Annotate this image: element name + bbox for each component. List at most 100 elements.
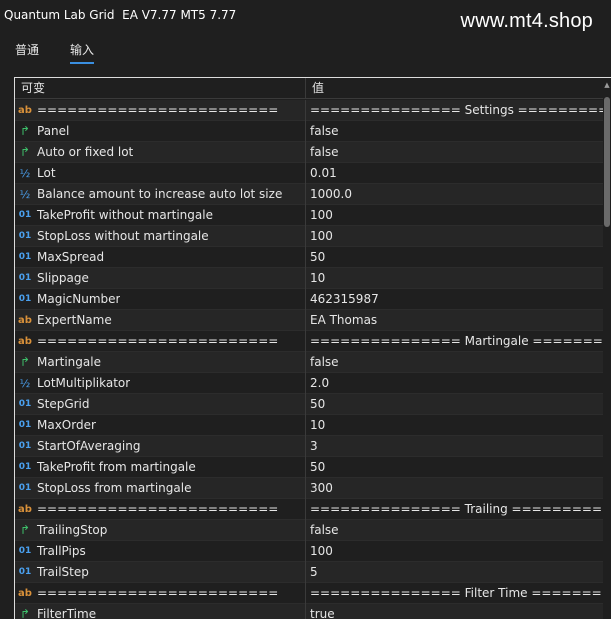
variable-cell: ↱ Martingale [15,351,306,373]
value-cell[interactable]: 100 [306,205,607,226]
variable-cell: ↱ FilterTime [15,603,306,619]
variable-cell: 01 TakeProfit from martingale [15,456,306,478]
variable-cell: ab ExpertName [15,309,306,331]
variable-cell: 01 TakeProfit without martingale [15,204,306,226]
table-row[interactable]: 01 StepGrid 50 [15,393,607,415]
double-type-icon: ½ [19,376,31,390]
value-cell[interactable]: =============== Trailing =========... [306,499,607,520]
value-cell[interactable]: =============== Martingale =======... [306,331,607,352]
tab-common[interactable]: 普通 [15,38,39,64]
tab-bar: 普通 输入 [0,38,611,66]
integer-type-icon: 01 [18,294,32,304]
table-row[interactable]: 01 MagicNumber 462315987 [15,288,607,310]
variable-name: MagicNumber [37,292,121,306]
value-cell[interactable]: 300 [306,478,607,499]
scroll-up-icon[interactable]: ▲ [603,80,611,90]
value-cell[interactable]: 10 [306,268,607,289]
table-row[interactable]: ab ======================== ==============… [15,330,607,352]
table-row[interactable]: ½ Balance amount to increase auto lot siz… [15,183,607,205]
table-row[interactable]: 01 TakeProfit from martingale 50 [15,456,607,478]
integer-type-icon: 01 [18,420,32,430]
table-row[interactable]: ½ LotMultiplikator 2.0 [15,372,607,394]
integer-type-icon: 01 [18,399,32,409]
value-cell[interactable]: true [306,604,607,619]
variable-name: ======================== [37,586,279,600]
table-row[interactable]: 01 Slippage 10 [15,267,607,289]
table-row[interactable]: 01 MaxOrder 10 [15,414,607,436]
value-cell[interactable]: 2.0 [306,373,607,394]
variable-cell: 01 TrallPips [15,540,306,562]
integer-type-icon: 01 [18,483,32,493]
table-row[interactable]: ab ExpertName EA Thomas [15,309,607,331]
value-cell[interactable]: 50 [306,394,607,415]
variable-name: Slippage [37,271,89,285]
table-row[interactable]: ab ======================== ==============… [15,582,607,604]
value-cell[interactable]: 100 [306,226,607,247]
tab-inputs[interactable]: 输入 [70,38,95,64]
variable-cell: 01 MaxOrder [15,414,306,436]
variable-name: FilterTime [37,607,97,619]
variable-cell: ½ LotMultiplikator [15,372,306,394]
value-cell[interactable]: 3 [306,436,607,457]
value-cell[interactable]: EA Thomas [306,310,607,331]
table-row[interactable]: 01 StartOfAveraging 3 [15,435,607,457]
table-row[interactable]: ↱ TrailingStop false [15,519,607,541]
variable-name: MaxOrder [37,418,96,432]
variable-cell: 01 MagicNumber [15,288,306,310]
variable-name: TrailStep [37,565,89,579]
variable-name: StepGrid [37,397,90,411]
table-row[interactable]: 01 TakeProfit without martingale 100 [15,204,607,226]
integer-type-icon: 01 [18,462,32,472]
column-header-value[interactable]: 值 [306,78,607,98]
value-cell[interactable]: false [306,142,607,163]
bool-type-icon: ↱ [19,355,31,369]
value-cell[interactable]: 10 [306,415,607,436]
value-cell[interactable]: 1000.0 [306,184,607,205]
value-cell[interactable]: false [306,121,607,142]
variable-cell: ½ Lot [15,162,306,184]
integer-type-icon: 01 [18,441,32,451]
value-cell[interactable]: false [306,520,607,541]
table-row[interactable]: ab ======================== ==============… [15,99,607,121]
bool-type-icon: ↱ [19,124,31,138]
table-row[interactable]: 01 TrailStep 5 [15,561,607,583]
variable-cell: ↱ Auto or fixed lot [15,141,306,163]
table-row[interactable]: ↱ Martingale false [15,351,607,373]
value-cell[interactable]: 50 [306,247,607,268]
table-row[interactable]: 01 StopLoss from martingale 300 [15,477,607,499]
value-cell[interactable]: false [306,352,607,373]
table-row[interactable]: ½ Lot 0.01 [15,162,607,184]
inputs-table: 可变 值 ab ======================== =========… [14,77,611,619]
string-type-icon: ab [18,314,32,326]
column-header-variable[interactable]: 可变 [15,78,306,98]
table-row[interactable]: ↱ Auto or fixed lot false [15,141,607,163]
table-row[interactable]: 01 TrallPips 100 [15,540,607,562]
value-cell[interactable]: =============== Filter Time =======... [306,583,607,604]
value-cell[interactable]: 462315987 [306,289,607,310]
value-cell[interactable]: =============== Settings =========... [306,100,607,121]
value-cell[interactable]: 5 [306,562,607,583]
variable-cell: ↱ TrailingStop [15,519,306,541]
variable-name: TakeProfit without martingale [37,208,213,222]
value-cell[interactable]: 50 [306,457,607,478]
variable-cell: 01 StopLoss from martingale [15,477,306,499]
value-cell[interactable]: 0.01 [306,163,607,184]
value-cell[interactable]: 100 [306,541,607,562]
variable-name: Auto or fixed lot [37,145,134,159]
table-row[interactable]: ab ======================== ==============… [15,498,607,520]
variable-name: TrailingStop [37,523,108,537]
variable-name: Lot [37,166,56,180]
scroll-thumb[interactable] [604,97,610,227]
table-row[interactable]: ↱ FilterTime true [15,603,607,619]
variable-cell: 01 Slippage [15,267,306,289]
vertical-scrollbar[interactable]: ▲ [603,78,611,619]
table-row[interactable]: 01 MaxSpread 50 [15,246,607,268]
variable-cell: ½ Balance amount to increase auto lot siz… [15,183,306,205]
integer-type-icon: 01 [18,567,32,577]
variable-name: ======================== [37,502,279,516]
double-type-icon: ½ [19,187,31,201]
table-row[interactable]: 01 StopLoss without martingale 100 [15,225,607,247]
table-row[interactable]: ↱ Panel false [15,120,607,142]
variable-name: Martingale [37,355,101,369]
bool-type-icon: ↱ [19,607,31,619]
